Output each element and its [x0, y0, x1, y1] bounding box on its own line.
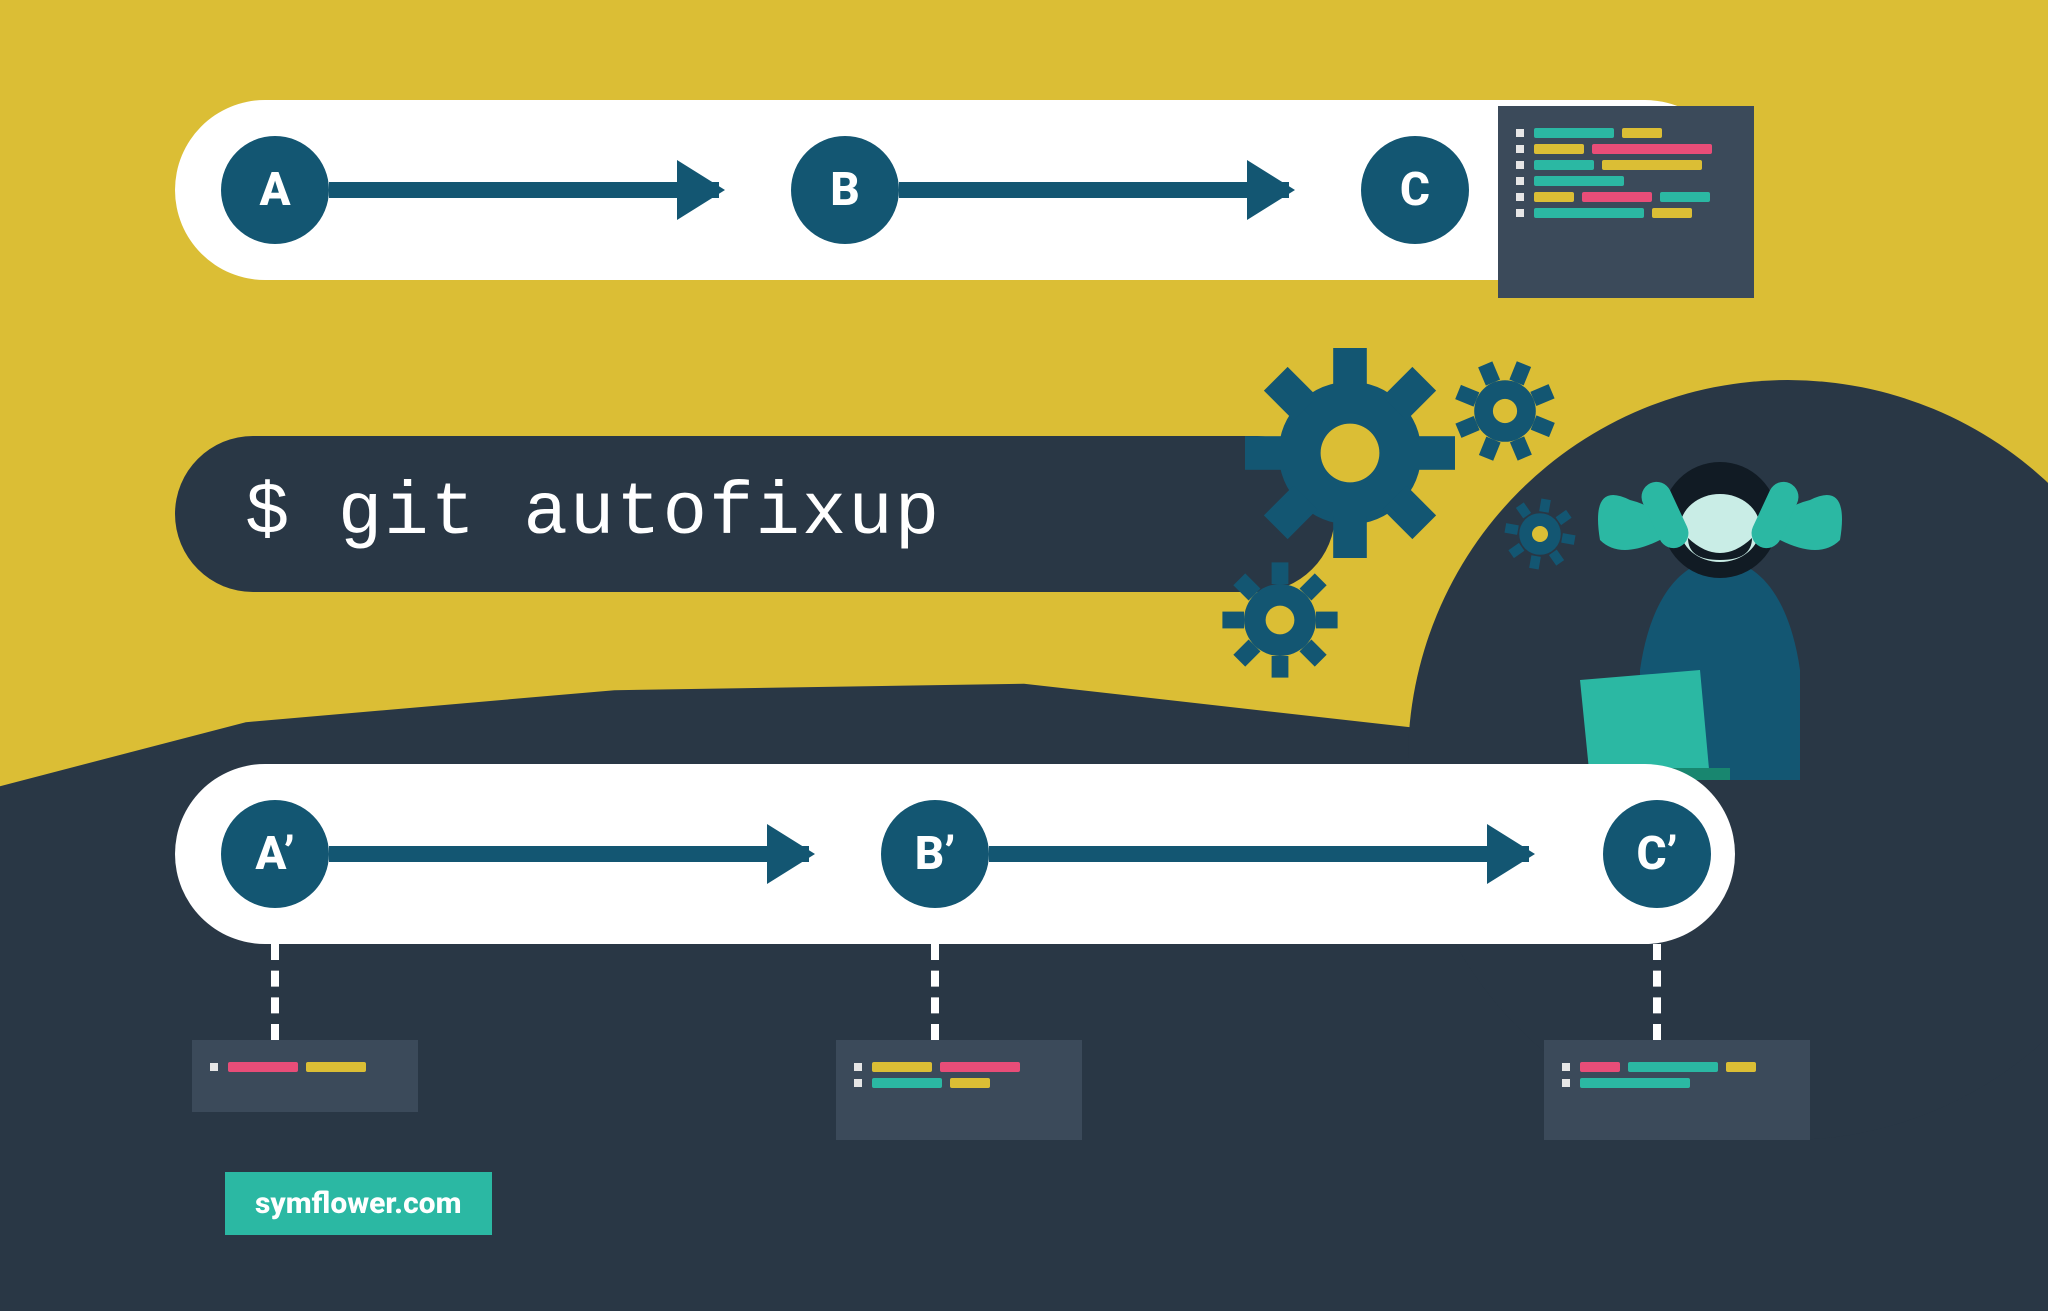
commit-node-b-prime: B’: [881, 800, 989, 908]
code-window-small: [1544, 1040, 1810, 1140]
arrow-icon: [329, 846, 809, 862]
brand-text: symflower.com: [255, 1186, 462, 1221]
gear-icon: [1220, 560, 1340, 680]
dashed-connector: [271, 944, 279, 1040]
commit-node-b: B: [791, 136, 899, 244]
commit-node-c: C: [1361, 136, 1469, 244]
commit-node-a-prime: A’: [221, 800, 329, 908]
code-window: [1498, 106, 1754, 298]
arrow-icon: [899, 182, 1289, 198]
dashed-connector: [1653, 944, 1661, 1040]
gear-icon: [1245, 348, 1455, 558]
code-window-small: [836, 1040, 1082, 1140]
dashed-connector: [931, 944, 939, 1040]
command-text: $ git autofixup: [245, 472, 941, 556]
arrow-icon: [989, 846, 1529, 862]
arrow-icon: [329, 182, 719, 198]
commit-node-a: A: [221, 136, 329, 244]
commit-node-c-prime: C’: [1603, 800, 1711, 908]
relaxed-person-icon: [1530, 420, 1910, 800]
code-window-small: [192, 1040, 418, 1112]
commit-chain-after: A’ B’ C’: [175, 764, 1735, 944]
command-pill: $ git autofixup: [175, 436, 1335, 592]
